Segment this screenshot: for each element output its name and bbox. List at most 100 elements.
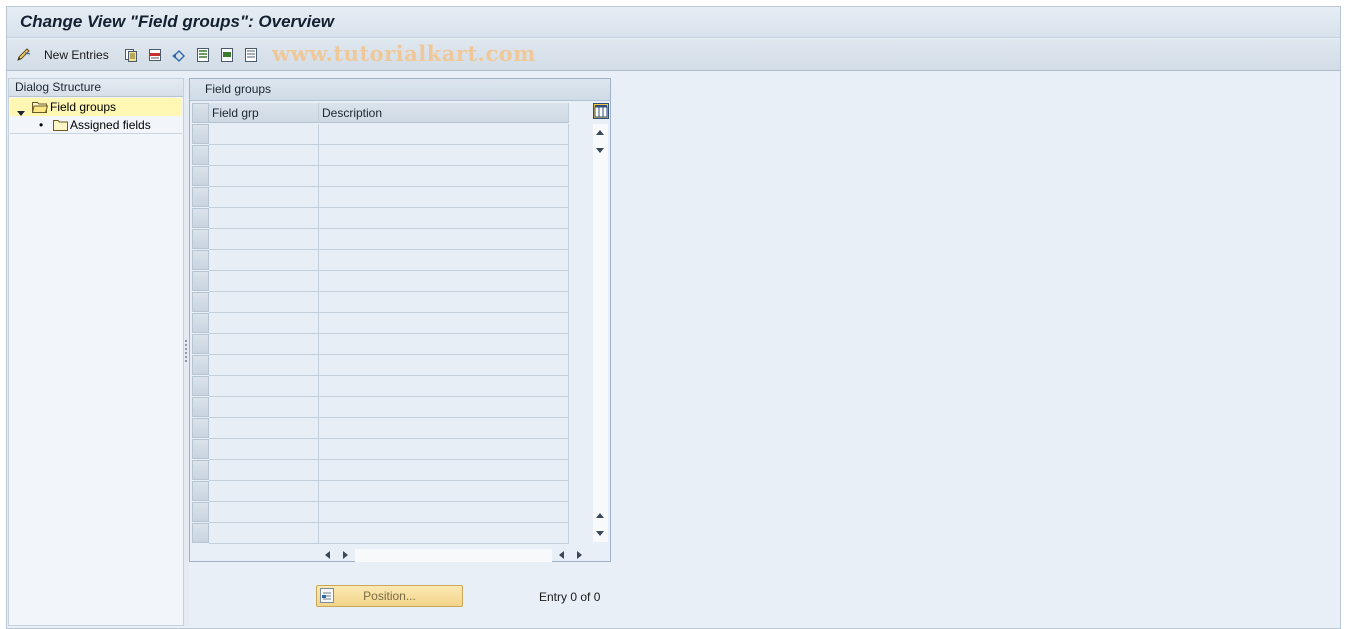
row-selector[interactable] [192, 439, 209, 459]
select-all-rows-button[interactable] [192, 103, 209, 123]
copy-as-button[interactable] [123, 46, 139, 64]
row-selector[interactable] [192, 418, 209, 438]
delete-icon [147, 47, 163, 63]
folder-icon [53, 118, 68, 136]
application-toolbar: New Entries www.tutorialkart.com [7, 39, 1340, 71]
row-selector[interactable] [192, 208, 209, 228]
row-selector[interactable] [192, 229, 209, 249]
description-cell[interactable] [319, 313, 569, 334]
description-cell[interactable] [319, 397, 569, 418]
column-header-field-grp[interactable]: Field grp [209, 103, 319, 123]
field-grp-cell[interactable] [209, 481, 319, 502]
field-grp-cell[interactable] [209, 523, 319, 544]
description-cell[interactable] [319, 376, 569, 397]
row-selector[interactable] [192, 145, 209, 165]
field-grp-cell[interactable] [209, 418, 319, 439]
scroll-track[interactable] [355, 549, 552, 562]
scroll-page-down-icon[interactable] [596, 148, 604, 153]
description-cell[interactable] [319, 355, 569, 376]
field-grp-cell[interactable] [209, 334, 319, 355]
description-cell[interactable] [319, 229, 569, 250]
row-selector[interactable] [192, 397, 209, 417]
description-cell[interactable] [319, 418, 569, 439]
scroll-left-icon-2[interactable] [559, 551, 564, 559]
field-grp-cell[interactable] [209, 208, 319, 229]
row-selector[interactable] [192, 460, 209, 480]
description-cell[interactable] [319, 460, 569, 481]
table-settings-button[interactable] [593, 103, 609, 119]
vertical-scrollbar[interactable] [593, 124, 608, 542]
field-grp-cell[interactable] [209, 460, 319, 481]
field-grp-cell[interactable] [209, 187, 319, 208]
table-title: Field groups [190, 79, 610, 101]
select-all-button[interactable] [195, 46, 211, 64]
undo-change-icon [171, 47, 187, 63]
field-grp-cell[interactable] [209, 124, 319, 145]
field-grp-cell[interactable] [209, 439, 319, 460]
description-cell[interactable] [319, 502, 569, 523]
field-grp-cell[interactable] [209, 355, 319, 376]
description-cell[interactable] [319, 481, 569, 502]
field-grp-cell[interactable] [209, 250, 319, 271]
description-cell[interactable] [319, 208, 569, 229]
new-entries-label: New Entries [44, 48, 109, 62]
row-selector[interactable] [192, 376, 209, 396]
select-block-button[interactable] [219, 46, 235, 64]
field-grp-cell[interactable] [209, 397, 319, 418]
scroll-right-icon-2[interactable] [577, 551, 582, 559]
tree-item-label: Assigned fields [70, 118, 151, 132]
row-selector[interactable] [192, 523, 209, 543]
row-selector[interactable] [192, 271, 209, 291]
edit-pencil-icon [16, 47, 32, 63]
description-cell[interactable] [319, 145, 569, 166]
field-grp-cell[interactable] [209, 502, 319, 523]
row-selector[interactable] [192, 502, 209, 522]
field-grp-cell[interactable] [209, 229, 319, 250]
row-selector[interactable] [192, 334, 209, 354]
tree-item-assigned-fields[interactable]: • Assigned fields [10, 116, 182, 134]
description-cell[interactable] [319, 187, 569, 208]
column-header-description[interactable]: Description [319, 103, 569, 123]
position-button[interactable]: Position... [316, 585, 463, 607]
scroll-page-up-icon[interactable] [596, 513, 604, 518]
scroll-left-icon[interactable] [325, 551, 330, 559]
description-cell[interactable] [319, 166, 569, 187]
field-grp-cell[interactable] [209, 166, 319, 187]
table-settings-icon [593, 103, 609, 119]
row-selector[interactable] [192, 292, 209, 312]
row-selector[interactable] [192, 124, 209, 144]
field-grp-cell[interactable] [209, 145, 319, 166]
copy-icon [123, 47, 139, 63]
page-title: Change View "Field groups": Overview [20, 12, 335, 31]
row-selector[interactable] [192, 166, 209, 186]
undo-change-button[interactable] [171, 46, 187, 64]
tree-item-field-groups[interactable]: Field groups [10, 98, 182, 116]
scroll-right-icon[interactable] [343, 551, 348, 559]
row-selector[interactable] [192, 187, 209, 207]
field-grp-cell[interactable] [209, 292, 319, 313]
sap-window: Change View "Field groups": Overview New… [6, 6, 1341, 629]
horizontal-scrollbar[interactable] [321, 549, 588, 562]
new-entries-button[interactable]: New Entries [16, 46, 109, 64]
row-selector[interactable] [192, 250, 209, 270]
description-cell[interactable] [319, 439, 569, 460]
description-cell[interactable] [319, 271, 569, 292]
deselect-all-button[interactable] [243, 46, 259, 64]
description-cell[interactable] [319, 334, 569, 355]
row-selector[interactable] [192, 313, 209, 333]
scroll-down-icon[interactable] [596, 531, 604, 536]
splitter-grip[interactable] [185, 340, 187, 362]
description-cell[interactable] [319, 523, 569, 544]
field-grp-cell[interactable] [209, 313, 319, 334]
field-grp-cell[interactable] [209, 271, 319, 292]
row-selector[interactable] [192, 355, 209, 375]
select-block-icon [219, 47, 235, 63]
position-icon [320, 588, 334, 603]
delete-button[interactable] [147, 46, 163, 64]
description-cell[interactable] [319, 250, 569, 271]
description-cell[interactable] [319, 124, 569, 145]
description-cell[interactable] [319, 292, 569, 313]
row-selector[interactable] [192, 481, 209, 501]
field-grp-cell[interactable] [209, 376, 319, 397]
scroll-up-icon[interactable] [596, 130, 604, 135]
